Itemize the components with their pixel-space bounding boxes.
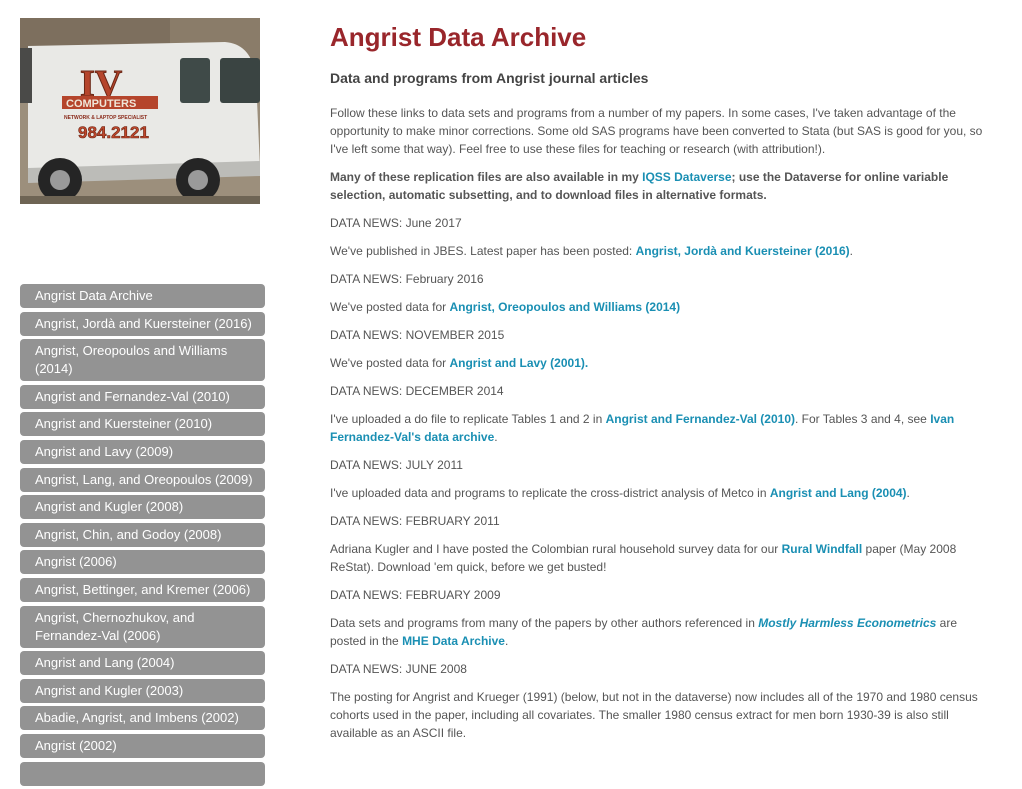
van-image: IV COMPUTERS NETWORK & LAPTOP SPECIALIST…	[20, 18, 260, 204]
news-link[interactable]: Mostly Harmless Econometrics	[758, 616, 936, 630]
news-text: The posting for Angrist and Krueger (199…	[330, 690, 978, 740]
news-heading: DATA NEWS: JULY 2011	[330, 458, 463, 472]
svg-text:COMPUTERS: COMPUTERS	[66, 98, 136, 110]
header-photo: IV COMPUTERS NETWORK & LAPTOP SPECIALIST…	[20, 18, 260, 204]
sidebar-item[interactable]: Angrist Data Archive	[20, 284, 265, 308]
sidebar-item[interactable]: Angrist, Oreopoulos and Williams (2014)	[20, 339, 265, 382]
news-heading: DATA NEWS: February 2016	[330, 272, 484, 286]
news-link[interactable]: Angrist and Fernandez-Val (2010)	[606, 412, 795, 426]
news-text: We've posted data for	[330, 356, 450, 370]
news-body: Data sets and programs from many of the …	[330, 614, 990, 650]
main-content: Angrist Data Archive Data and programs f…	[330, 18, 990, 742]
sidebar-item[interactable]: Angrist, Chin, and Godoy (2008)	[20, 522, 265, 547]
sidebar-item[interactable]: Angrist and Kugler (2003)	[20, 678, 265, 703]
news-body: We've posted data for Angrist and Lavy (…	[330, 354, 990, 372]
news-body: We've posted data for Angrist, Oreopoulo…	[330, 298, 990, 316]
sidebar-item[interactable]: Angrist, Jordà and Kuersteiner (2016)	[20, 311, 265, 336]
svg-text:984.2121: 984.2121	[78, 123, 149, 142]
news-heading: DATA NEWS: JUNE 2008	[330, 662, 467, 676]
sidebar-item[interactable]: Angrist and Lang (2004)	[20, 651, 265, 676]
sidebar-item[interactable]: Angrist (2002)	[20, 733, 265, 758]
dataverse-paragraph: Many of these replication files are also…	[330, 170, 949, 202]
news-body: I've uploaded data and programs to repli…	[330, 484, 990, 502]
iqss-dataverse-link[interactable]: IQSS Dataverse	[642, 170, 731, 184]
news-link[interactable]: Angrist and Lavy (2001).	[449, 356, 588, 370]
page-title: Angrist Data Archive	[330, 22, 587, 52]
news-text: .	[906, 486, 910, 500]
news-text: .	[849, 244, 854, 258]
svg-text:NETWORK & LAPTOP SPECIALIST: NETWORK & LAPTOP SPECIALIST	[64, 115, 147, 121]
news-text: . For Tables 3 and 4, see	[795, 412, 931, 426]
news-text: Adriana Kugler and I have posted the Col…	[330, 542, 782, 556]
intro-paragraph: Follow these links to data sets and prog…	[330, 106, 983, 156]
news-text: I've uploaded data and programs to repli…	[330, 486, 770, 500]
sidebar-item[interactable]: Abadie, Angrist, and Imbens (2002)	[20, 706, 265, 731]
news-body: Adriana Kugler and I have posted the Col…	[330, 540, 990, 576]
sidebar-item[interactable]: Angrist and Fernandez-Val (2010)	[20, 384, 265, 409]
news-link[interactable]: Angrist, Jordà and Kuersteiner (2016)	[636, 244, 850, 258]
sidebar-item[interactable]: Angrist, Bettinger, and Kremer (2006)	[20, 577, 265, 602]
data-news-list: DATA NEWS: June 2017 We've published in J…	[330, 214, 990, 742]
sidebar-item[interactable]: Angrist, Chernozhukov, and Fernandez-Val…	[20, 605, 265, 648]
news-heading: DATA NEWS: FEBRUARY 2011	[330, 514, 500, 528]
news-text: We've posted data for	[330, 300, 450, 314]
news-text: Data sets and programs from many of the …	[330, 616, 759, 630]
news-body: I've uploaded a do file to replicate Tab…	[330, 410, 990, 446]
sidebar-item[interactable]: Angrist and Lavy (2009)	[20, 439, 265, 464]
news-heading: DATA NEWS: NOVEMBER 2015	[330, 328, 505, 342]
news-body: We've published in JBES. Latest paper ha…	[330, 242, 990, 260]
news-heading: DATA NEWS: June 2017	[330, 216, 462, 230]
news-link[interactable]: Angrist, Oreopoulos and Williams (2014)	[449, 300, 680, 314]
news-link[interactable]: Angrist and Lang (2004)	[770, 486, 907, 500]
news-text: .	[494, 430, 498, 444]
sidebar-item[interactable]: Angrist (2006)	[20, 550, 265, 575]
sidebar-item[interactable]: Angrist and Kuersteiner (2010)	[20, 412, 265, 437]
page-subtitle: Data and programs from Angrist journal a…	[330, 70, 649, 86]
sidebar-item[interactable]	[20, 761, 265, 786]
news-body: The posting for Angrist and Krueger (199…	[330, 688, 990, 742]
news-link[interactable]: Rural Windfall	[782, 542, 863, 556]
sidebar-item[interactable]: Angrist, Lang, and Oreopoulos (2009)	[20, 467, 265, 492]
news-text: I've uploaded a do file to replicate Tab…	[330, 412, 606, 426]
news-heading: DATA NEWS: FEBRUARY 2009	[330, 588, 501, 602]
news-text: .	[504, 634, 509, 648]
news-heading: DATA NEWS: DECEMBER 2014	[330, 384, 504, 398]
news-text: We've published in JBES. Latest paper ha…	[330, 244, 636, 258]
sidebar-nav: Angrist Data Archive Angrist, Jordà and K…	[20, 284, 265, 789]
news-link[interactable]: MHE Data Archive	[402, 634, 505, 648]
sidebar-item[interactable]: Angrist and Kugler (2008)	[20, 495, 265, 520]
